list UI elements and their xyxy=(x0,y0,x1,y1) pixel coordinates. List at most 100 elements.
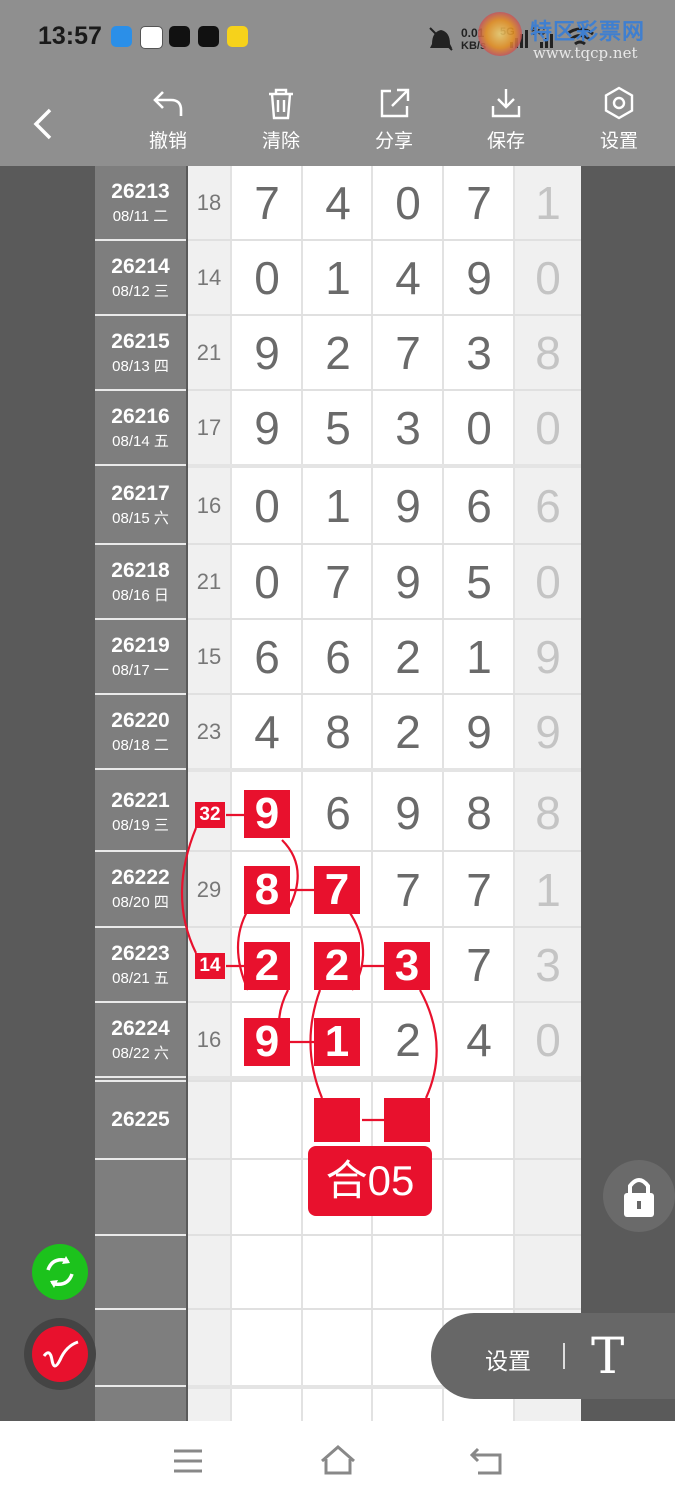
row-divider xyxy=(95,543,186,545)
draw-digit: 3 xyxy=(466,327,492,379)
draw-digit: 7 xyxy=(395,327,421,379)
undo-label: 撤销 xyxy=(148,131,187,152)
extra-digit: 9 xyxy=(535,706,561,758)
highlight-digit: 8 xyxy=(244,866,290,914)
draw-digit: 7 xyxy=(395,863,421,916)
draw-digit: 6 xyxy=(325,631,351,683)
period-number: 26221 xyxy=(111,789,170,812)
undo-icon xyxy=(153,91,183,116)
extra-digit: 1 xyxy=(535,863,561,916)
highlight-digit: 1 xyxy=(314,1018,360,1066)
bottom-settings-button[interactable]: 设置 xyxy=(485,1342,531,1376)
draw-digit: 6 xyxy=(254,631,280,683)
save-button[interactable]: 保存 xyxy=(471,86,541,153)
period-date: 08/22 六 xyxy=(112,1045,169,1062)
prediction-box-1[interactable] xyxy=(314,1098,360,1142)
draw-digit: 9 xyxy=(466,252,492,304)
row-divider xyxy=(95,693,186,695)
text-tool-button[interactable]: T xyxy=(591,1327,624,1385)
period-cell: 26217 08/15 六 xyxy=(95,482,186,528)
draw-digit: 7 xyxy=(466,177,492,229)
grid-row-divider xyxy=(188,543,581,545)
draw-digit: 4 xyxy=(395,252,421,304)
panel-separator xyxy=(563,1343,565,1369)
draw-digit: 9 xyxy=(395,556,421,608)
menu-icon[interactable] xyxy=(168,1441,208,1481)
sum-value: 15 xyxy=(196,644,222,669)
row-divider xyxy=(95,1158,186,1160)
highlight-digit: 2 xyxy=(314,942,360,990)
meituan-icon xyxy=(227,26,248,47)
pen-icon xyxy=(42,1340,79,1368)
grid-row-divider xyxy=(188,389,581,391)
period-cell: 26218 08/16 日 xyxy=(95,559,186,605)
row-divider xyxy=(95,1385,186,1387)
system-nav-bar xyxy=(0,1421,675,1500)
period-number: 26215 xyxy=(111,330,170,353)
period-number: 26224 xyxy=(111,1017,170,1040)
draw-digit: 9 xyxy=(395,480,421,532)
grid-row-divider xyxy=(188,314,581,316)
back-button[interactable] xyxy=(28,104,58,149)
lock-button[interactable] xyxy=(603,1160,675,1232)
row-divider xyxy=(95,1234,186,1236)
cloud-app-icon xyxy=(111,26,132,47)
row-divider xyxy=(95,926,186,928)
draw-digit: 7 xyxy=(325,556,351,608)
grid-row-divider xyxy=(188,1080,581,1082)
sum-highlight-14: 14 xyxy=(195,953,225,979)
gear-icon xyxy=(604,86,634,120)
sum-value: 21 xyxy=(196,340,222,365)
status-time: 13:57 xyxy=(38,22,102,50)
sum-value: 16 xyxy=(196,1027,222,1052)
draw-digit: 0 xyxy=(254,252,280,304)
home-icon[interactable] xyxy=(318,1441,358,1481)
row-divider xyxy=(95,1076,186,1078)
draw-digit: 1 xyxy=(325,480,351,532)
period-number: 26223 xyxy=(111,942,170,965)
period-date: 08/13 四 xyxy=(112,358,169,375)
share-button[interactable]: 分享 xyxy=(359,86,429,153)
period-date: 08/16 日 xyxy=(112,587,169,604)
extra-digit: 3 xyxy=(535,939,561,991)
bottom-settings-panel: 设置 T xyxy=(431,1313,675,1399)
row-divider xyxy=(95,1080,186,1082)
extra-digit: 0 xyxy=(535,1014,561,1066)
extra-digit: 0 xyxy=(535,252,561,304)
period-date: 08/14 五 xyxy=(112,433,169,450)
period-cell: 26216 08/14 五 xyxy=(95,405,186,451)
sum-value: 17 xyxy=(196,415,222,440)
top-toolbar: 撤销 清除 分享 保存 设置 xyxy=(0,78,675,166)
pen-tool-inner xyxy=(32,1326,88,1382)
period-cell: 26219 08/17 一 xyxy=(95,634,186,680)
draw-digit: 4 xyxy=(254,706,280,758)
sum-value: 23 xyxy=(196,719,222,744)
grid-row-divider xyxy=(188,850,581,852)
back-nav-icon[interactable] xyxy=(468,1441,508,1481)
extra-digit: 8 xyxy=(535,327,561,379)
undo-button[interactable]: 撤销 xyxy=(133,86,203,153)
draw-digit: 7 xyxy=(466,939,492,991)
highlight-digit: 9 xyxy=(244,790,290,838)
refresh-icon xyxy=(46,1256,74,1288)
prediction-box-2[interactable] xyxy=(384,1098,430,1142)
sum-value: 14 xyxy=(196,265,222,290)
settings-button[interactable]: 设置 xyxy=(584,86,654,153)
sum-value: 16 xyxy=(196,493,222,518)
period-date: 08/12 三 xyxy=(112,283,169,300)
period-cell: 26220 08/18 二 xyxy=(95,709,186,755)
sum-prediction-label[interactable]: 合05 xyxy=(308,1146,432,1216)
save-label: 保存 xyxy=(486,131,525,152)
pen-tool-button[interactable] xyxy=(24,1318,96,1390)
clear-button[interactable]: 清除 xyxy=(246,86,316,153)
sum-value: 21 xyxy=(196,569,222,594)
settings-label: 设置 xyxy=(599,131,638,152)
refresh-button[interactable] xyxy=(32,1244,88,1300)
draw-digit: 2 xyxy=(395,1014,421,1066)
lock-icon xyxy=(624,1178,654,1217)
highlight-digit: 2 xyxy=(244,942,290,990)
draw-digit: 1 xyxy=(466,631,492,683)
period-number: 26220 xyxy=(111,709,170,732)
grid-row-divider xyxy=(188,768,581,772)
period-date: 08/21 五 xyxy=(112,970,169,987)
